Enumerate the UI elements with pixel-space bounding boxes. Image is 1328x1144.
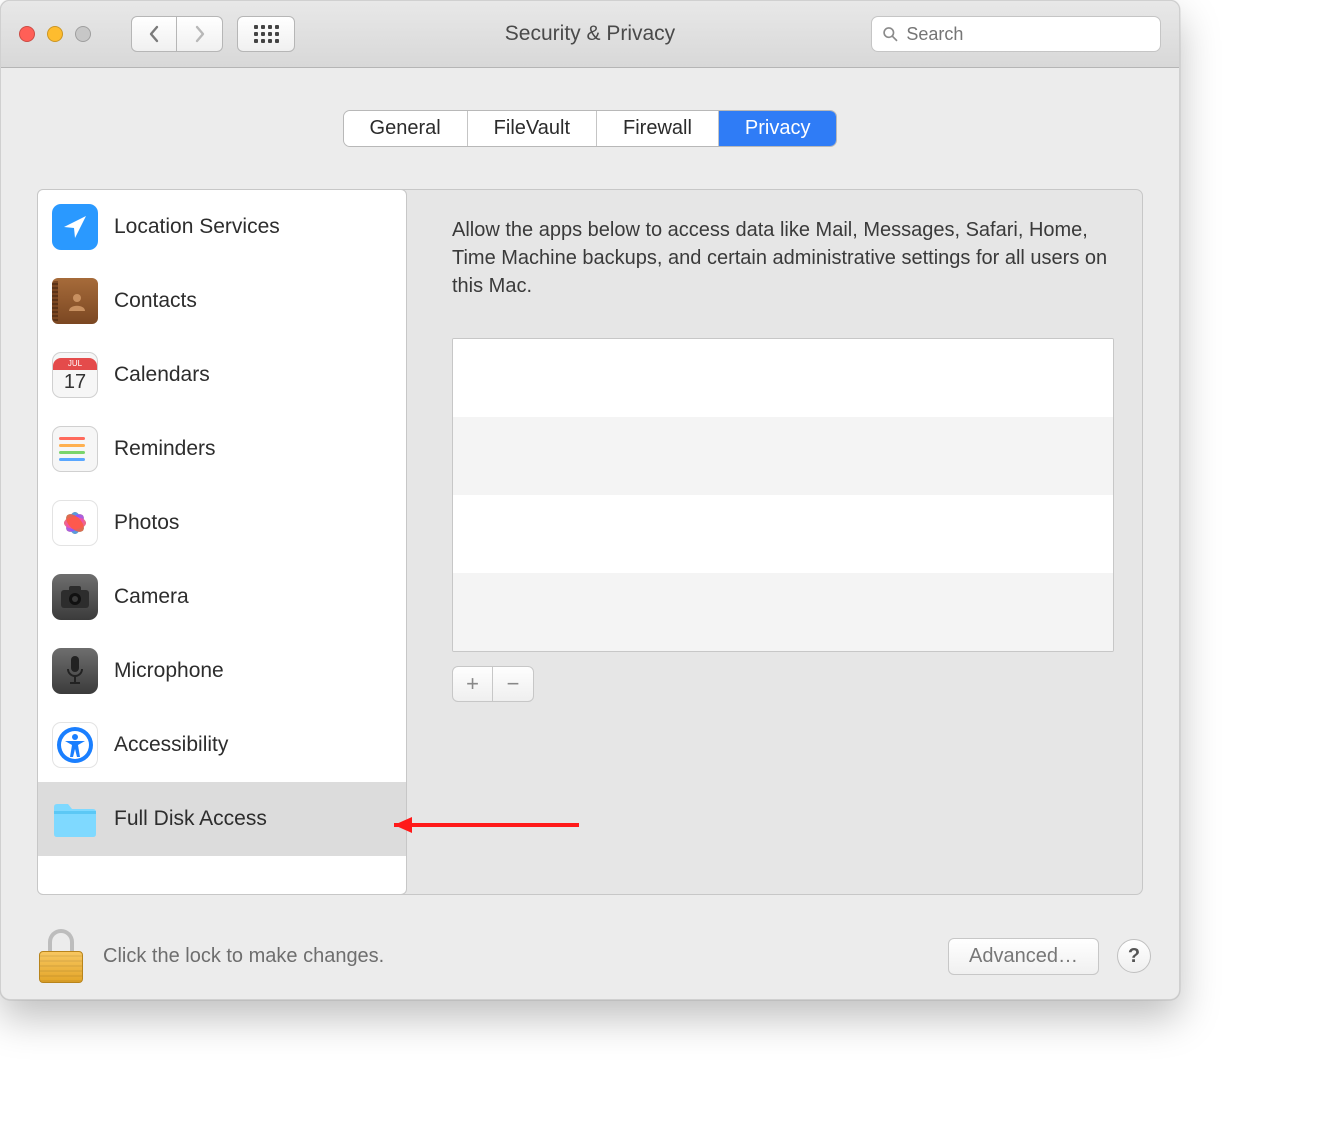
sidebar-item-label: Photos [114,511,179,535]
sidebar-item-photos[interactable]: Photos [38,486,406,560]
sidebar-item-calendars[interactable]: JUL 17 Calendars [38,338,406,412]
sidebar-item-camera[interactable]: Camera [38,560,406,634]
allowed-apps-list[interactable] [452,338,1114,652]
back-button[interactable] [131,16,177,52]
footer: Click the lock to make changes. Advanced… [1,913,1179,999]
privacy-category-list[interactable]: Location Services Contacts JUL 17 Calend… [37,189,407,895]
tab-strip: General FileVault Firewall Privacy [1,110,1179,147]
detail-pane: Allow the apps below to access data like… [424,190,1142,894]
sidebar-item-contacts[interactable]: Contacts [38,264,406,338]
forward-button[interactable] [177,16,223,52]
titlebar: Security & Privacy [1,1,1179,68]
list-row-empty [453,417,1113,495]
tab-general[interactable]: General [344,111,468,146]
show-all-prefs-button[interactable] [237,16,295,52]
reminders-icon [52,426,98,472]
grid-icon [254,25,279,43]
microphone-icon [52,648,98,694]
accessibility-icon [52,722,98,768]
lock-icon-body [39,951,83,983]
calendar-icon: JUL 17 [52,352,98,398]
zoom-window-button[interactable] [75,26,91,42]
preferences-window: Security & Privacy General FileVault Fir… [0,0,1180,1000]
traffic-lights [19,26,91,42]
tab-filevault[interactable]: FileVault [468,111,597,146]
sidebar-item-microphone[interactable]: Microphone [38,634,406,708]
add-remove-control: + − [452,666,534,702]
photos-icon [52,500,98,546]
sidebar-item-label: Reminders [114,437,216,461]
sidebar-item-full-disk-access[interactable]: Full Disk Access [38,782,406,856]
camera-icon [52,574,98,620]
sidebar-item-label: Calendars [114,363,210,387]
sidebar-item-label: Full Disk Access [114,807,267,831]
chevron-right-icon [193,25,207,43]
list-row-empty [453,573,1113,651]
detail-description: Allow the apps below to access data like… [452,216,1114,300]
help-button[interactable]: ? [1117,939,1151,973]
remove-app-button[interactable]: − [493,667,533,701]
sidebar-item-label: Location Services [114,215,280,239]
add-app-button[interactable]: + [453,667,493,701]
list-row-empty [453,495,1113,573]
search-icon [882,25,898,43]
sidebar-item-label: Camera [114,585,189,609]
location-icon [52,204,98,250]
folder-icon [52,796,98,842]
sidebar-item-location-services[interactable]: Location Services [38,190,406,264]
search-input[interactable] [906,24,1150,45]
tab-firewall[interactable]: Firewall [597,111,719,146]
advanced-button[interactable]: Advanced… [948,938,1099,975]
tab-privacy[interactable]: Privacy [719,111,837,146]
close-window-button[interactable] [19,26,35,42]
list-row-empty [453,339,1113,417]
lock-button[interactable] [39,929,83,983]
lock-hint-text: Click the lock to make changes. [103,945,384,968]
sidebar-item-label: Accessibility [114,733,228,757]
sidebar-item-reminders[interactable]: Reminders [38,412,406,486]
sidebar-item-label: Contacts [114,289,197,313]
contacts-icon [52,278,98,324]
privacy-panel: Location Services Contacts JUL 17 Calend… [37,189,1143,895]
sidebar-item-label: Microphone [114,659,224,683]
minimize-window-button[interactable] [47,26,63,42]
sidebar-item-accessibility[interactable]: Accessibility [38,708,406,782]
search-field[interactable] [871,16,1161,52]
chevron-left-icon [147,25,161,43]
nav-buttons [131,16,223,52]
